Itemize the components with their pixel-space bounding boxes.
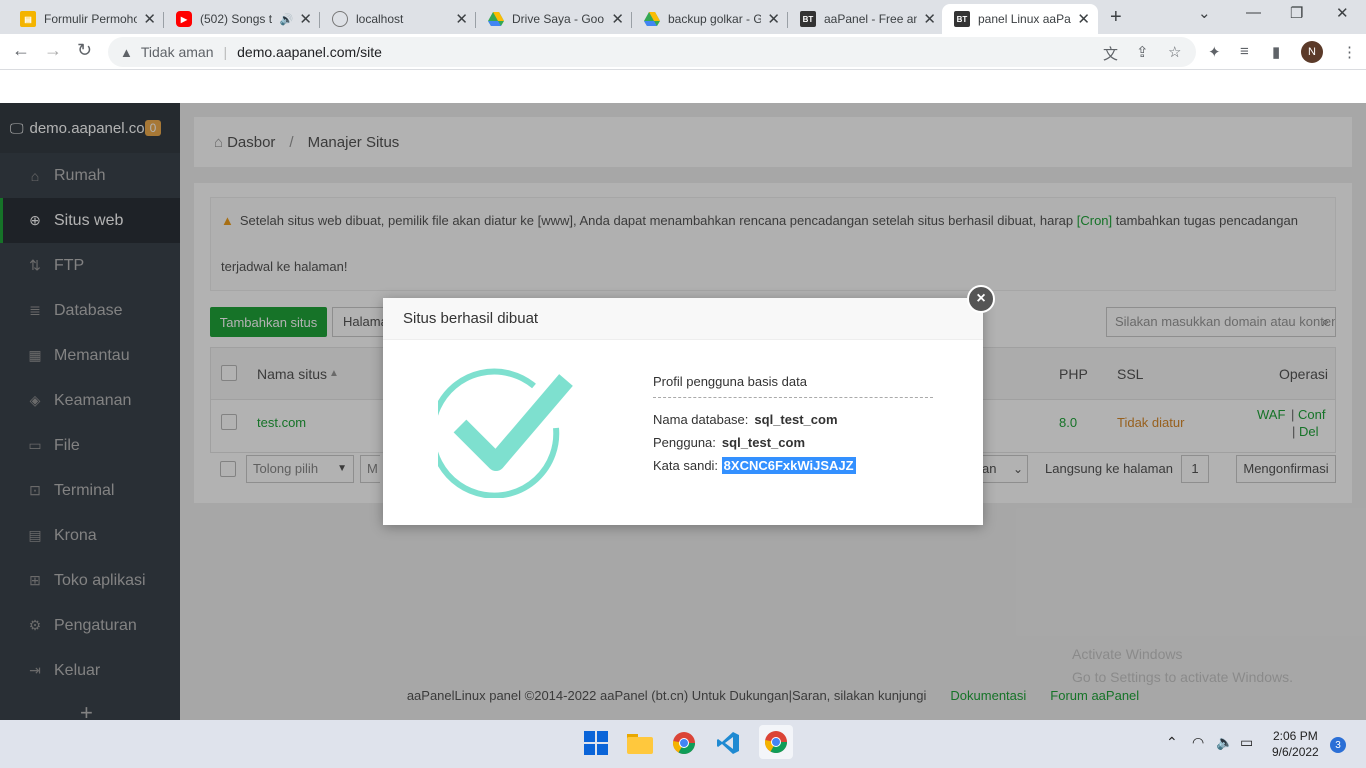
browser-toolbar: ← → ↻ ▲ Tidak aman | demo.aapanel.com/si…: [0, 34, 1366, 70]
drive-icon: [644, 11, 660, 27]
new-tab-button[interactable]: +: [1110, 6, 1122, 29]
dialog-title: Situs berhasil dibuat: [383, 298, 983, 340]
browser-tab[interactable]: backup golkar - G ✕: [632, 4, 788, 34]
db-user-value[interactable]: sql_test_com: [722, 435, 805, 450]
chevron-up-icon[interactable]: ⌃: [1166, 734, 1178, 751]
close-dialog-button[interactable]: ×: [967, 285, 995, 313]
back-icon[interactable]: ←: [12, 40, 30, 61]
reload-icon[interactable]: ↻: [77, 40, 92, 61]
profile-avatar[interactable]: N: [1301, 41, 1323, 63]
db-profile: Profil pengguna basis data Nama database…: [653, 374, 933, 477]
forms-icon: ▤: [20, 11, 36, 27]
browser-tab[interactable]: ▶ (502) Songs t 🔊 ✕: [164, 4, 320, 34]
globe-icon: [332, 11, 348, 27]
side-panel-icon[interactable]: ▮: [1272, 43, 1280, 61]
forward-icon[interactable]: →: [44, 40, 62, 61]
wifi-icon[interactable]: ◠: [1192, 734, 1204, 751]
close-tab-icon[interactable]: ✕: [455, 10, 468, 28]
windows-taskbar: ⌃ ◠ 🔈 ▭ 2:06 PM 9/6/2022 3: [0, 720, 1366, 768]
restore-icon[interactable]: ❐: [1290, 4, 1303, 22]
warning-icon[interactable]: ▲: [120, 45, 133, 60]
notification-count-badge[interactable]: 3: [1330, 737, 1346, 753]
close-tab-icon[interactable]: ✕: [767, 10, 780, 28]
bt-icon: BT: [954, 11, 970, 27]
browser-tab[interactable]: Drive Saya - Goo ✕: [476, 4, 632, 34]
system-clock[interactable]: 2:06 PM 9/6/2022: [1272, 728, 1319, 760]
drive-icon: [488, 11, 504, 27]
close-tab-icon[interactable]: ✕: [923, 10, 936, 28]
chrome-icon[interactable]: [671, 730, 697, 756]
share-icon[interactable]: ⇪: [1136, 43, 1149, 61]
tab-search-icon[interactable]: ⌄: [1198, 4, 1211, 22]
speaker-icon[interactable]: 🔊: [280, 13, 294, 26]
windows-start-icon[interactable]: [583, 730, 609, 756]
close-tab-icon[interactable]: ✕: [299, 10, 312, 28]
more-menu-icon[interactable]: ⋮: [1342, 43, 1357, 61]
browser-tab[interactable]: ▤ Formulir Permohon ✕: [8, 4, 164, 34]
volume-icon[interactable]: 🔈: [1216, 734, 1233, 751]
battery-icon[interactable]: ▭: [1240, 734, 1253, 751]
browser-tab-active[interactable]: BT panel Linux aaPa ✕: [942, 4, 1098, 34]
vscode-icon[interactable]: [715, 730, 741, 756]
chrome-profile-icon[interactable]: [759, 725, 793, 759]
close-tab-icon[interactable]: ✕: [1077, 10, 1090, 28]
media-control-icon[interactable]: ≡: [1240, 43, 1249, 60]
close-tab-icon[interactable]: ✕: [611, 10, 624, 28]
close-tab-icon[interactable]: ✕: [143, 10, 156, 28]
success-dialog: Situs berhasil dibuat × Profil pengguna …: [383, 285, 995, 525]
translate-icon[interactable]: 文: [1103, 43, 1118, 64]
browser-tab[interactable]: localhost ✕: [320, 4, 476, 34]
bt-icon: BT: [800, 11, 816, 27]
db-name-value[interactable]: sql_test_com: [754, 412, 837, 427]
browser-tab[interactable]: BT aaPanel - Free an ✕: [788, 4, 944, 34]
window-close-icon[interactable]: ✕: [1336, 4, 1349, 22]
success-check-icon: [429, 368, 573, 503]
extensions-icon[interactable]: ✦: [1208, 43, 1221, 61]
bookmark-star-icon[interactable]: ☆: [1168, 43, 1181, 61]
db-password-value[interactable]: 8XCNC6FxkWiJSAJZ: [721, 457, 856, 474]
address-bar[interactable]: ▲ Tidak aman | demo.aapanel.com/site: [108, 37, 1196, 67]
browser-tab-strip: ▤ Formulir Permohon ✕ ▶ (502) Songs t 🔊 …: [0, 0, 1366, 34]
file-explorer-icon[interactable]: [627, 730, 653, 756]
minimize-icon[interactable]: —: [1246, 4, 1261, 21]
youtube-icon: ▶: [176, 11, 192, 27]
